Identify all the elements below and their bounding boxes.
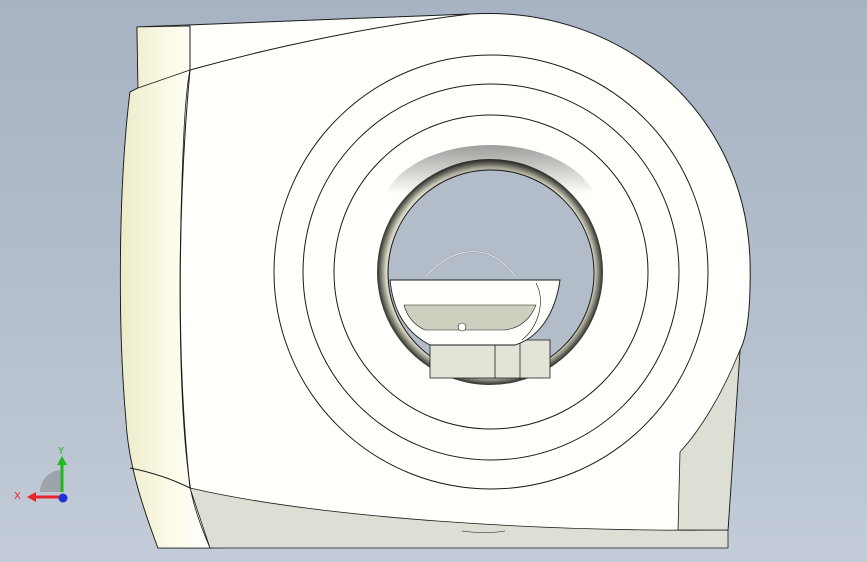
axis-triad: Y X [14,446,68,503]
cad-viewport[interactable]: Y X [0,0,867,562]
gantry-model-view [119,12,751,549]
y-axis-arrow [57,456,67,465]
x-axis-arrow [27,492,36,502]
triad-quadrant [40,470,62,492]
z-axis-dot [58,493,68,503]
y-axis-label: Y [57,446,65,457]
x-axis-label: X [14,491,21,502]
